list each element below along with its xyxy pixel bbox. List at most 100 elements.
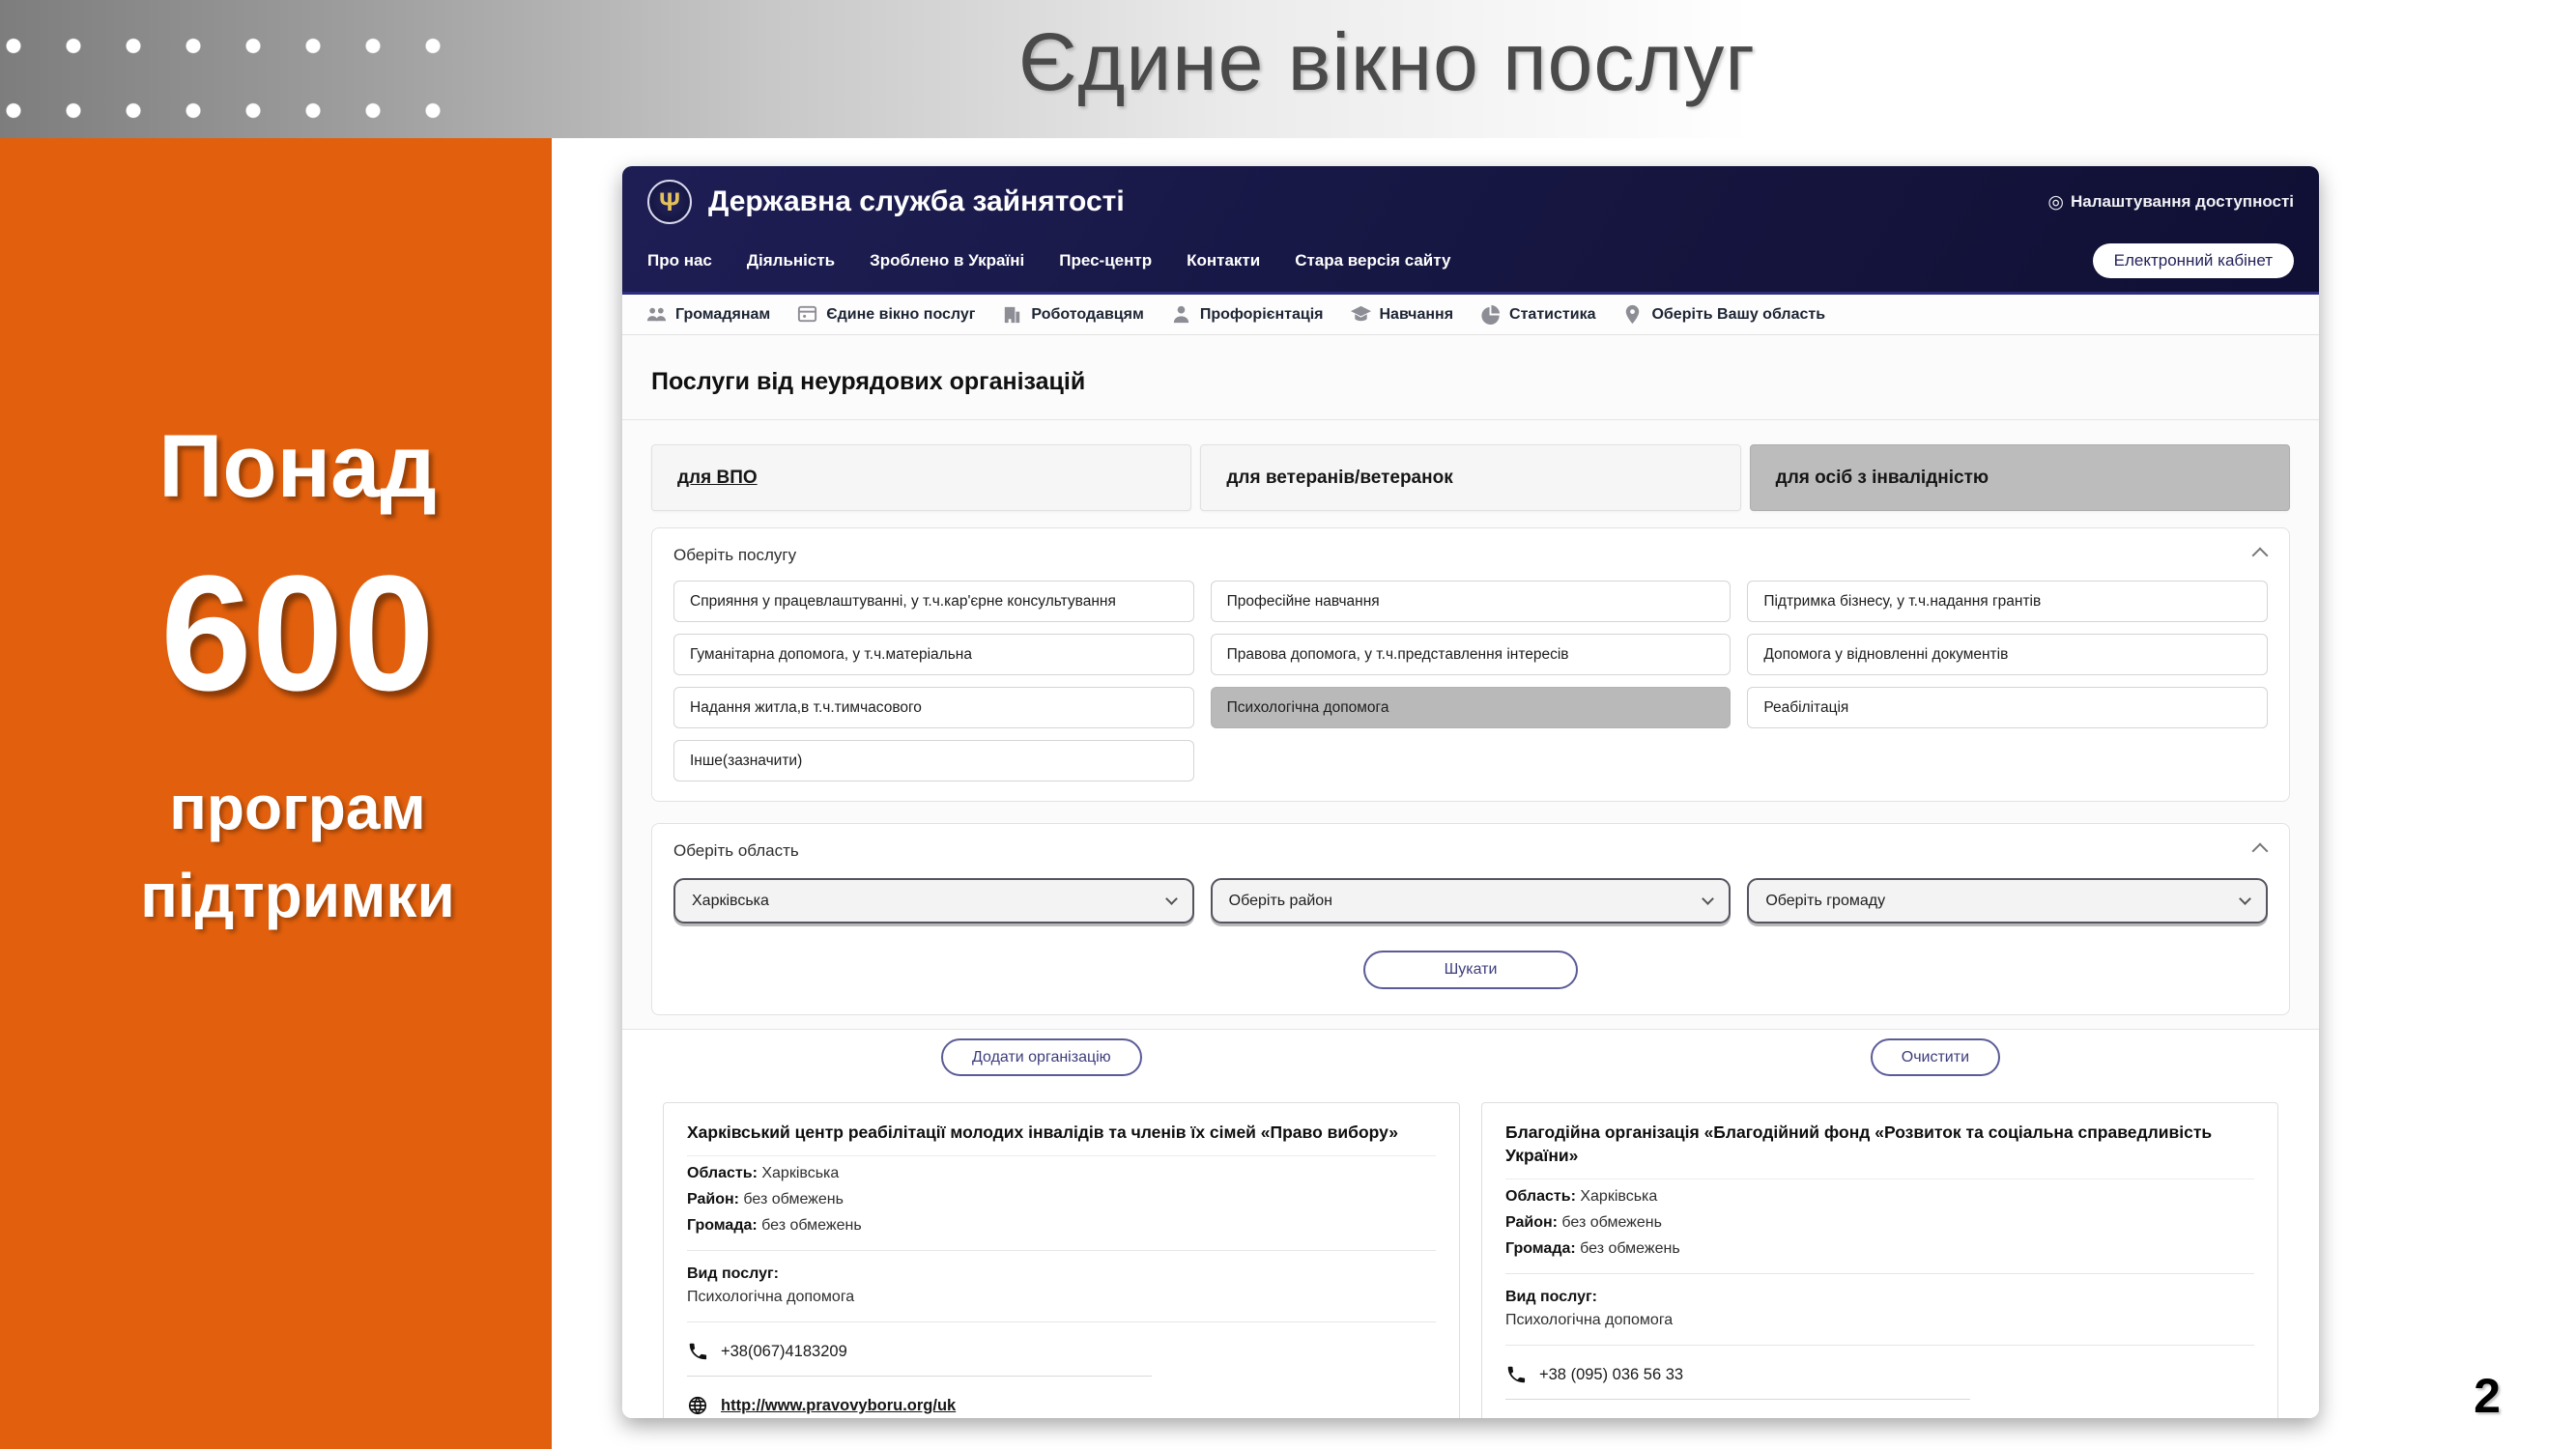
website-link[interactable]: http://www.pravovyboru.org/uk bbox=[721, 1397, 956, 1415]
organization-community: Громада: без обмежень bbox=[687, 1217, 1436, 1235]
organization-title: Харківський центр реабілітації молодих і… bbox=[687, 1121, 1436, 1156]
services-label: Вид послуг: bbox=[687, 1265, 1436, 1283]
employment-service-logo-icon[interactable]: Ψ bbox=[647, 180, 692, 224]
accessibility-label: Налаштування доступності bbox=[2071, 192, 2294, 212]
service-section: Оберіть послугу Сприяння у працевлаштува… bbox=[651, 527, 2290, 802]
district-select[interactable]: Оберіть район bbox=[1211, 878, 1732, 923]
page-number: 2 bbox=[2448, 1368, 2526, 1424]
menu-item-contacts[interactable]: Контакти bbox=[1187, 251, 1260, 270]
location-pin-icon bbox=[1621, 303, 1644, 326]
divider bbox=[1505, 1273, 2254, 1274]
nav-label: Навчання bbox=[1380, 306, 1454, 324]
region-section: Оберіть область Харківська Оберіть район… bbox=[651, 823, 2290, 1015]
organization-card: Благодійна організація «Благодійний фонд… bbox=[1481, 1102, 2278, 1418]
sidebar-text-programs: програм підтримки bbox=[0, 764, 552, 940]
nav-label: Профорієнтація bbox=[1200, 306, 1324, 324]
organization-region: Область: Харківська bbox=[687, 1165, 1436, 1182]
clear-button[interactable]: Очистити bbox=[1871, 1038, 2000, 1076]
nav-item-employers[interactable]: Роботодавцям bbox=[1001, 303, 1143, 326]
divider bbox=[622, 419, 2319, 420]
divider bbox=[1505, 1345, 2254, 1346]
tab-disability[interactable]: для осіб з інвалідністю bbox=[1750, 444, 2290, 511]
menu-item-about[interactable]: Про нас bbox=[647, 251, 712, 270]
service-option-business-support[interactable]: Підтримка бізнесу, у т.ч.надання грантів bbox=[1747, 581, 2268, 622]
divider bbox=[687, 1321, 1436, 1322]
globe-icon bbox=[687, 1395, 708, 1416]
sidebar-text-ponad: Понад bbox=[0, 416, 552, 518]
person-icon bbox=[1170, 303, 1192, 326]
pie-chart-icon bbox=[1479, 303, 1502, 326]
nav-label: Єдине вікно послуг bbox=[826, 306, 975, 324]
page-title: Послуги від неурядових організацій bbox=[651, 335, 2290, 396]
region-section-label: Оберіть область bbox=[673, 841, 2268, 861]
organization-title: Благодійна організація «Благодійний фонд… bbox=[1505, 1121, 2254, 1179]
tab-vpo[interactable]: для ВПО bbox=[651, 444, 1191, 511]
service-option-employment[interactable]: Сприяння у працевлаштуванні, у т.ч.кар'є… bbox=[673, 581, 1194, 622]
service-option-rehabilitation[interactable]: Реабілітація bbox=[1747, 687, 2268, 728]
audience-tabs: для ВПО для ветеранів/ветеранок для осіб… bbox=[651, 444, 2290, 511]
organization-card: Харківський центр реабілітації молодих і… bbox=[663, 1102, 1460, 1418]
service-option-vocational-training[interactable]: Професійне навчання bbox=[1211, 581, 1732, 622]
site-content: Послуги від неурядових організацій для В… bbox=[622, 335, 2319, 1418]
site-header: Ψ Державна служба зайнятості ◎ Налаштува… bbox=[622, 166, 2319, 295]
phone-number[interactable]: +38(067)4183209 bbox=[721, 1343, 847, 1361]
organization-district: Район: без обмежень bbox=[687, 1191, 1436, 1208]
service-section-label: Оберіть послугу bbox=[673, 546, 2268, 565]
services-value: Психологічна допомога bbox=[1505, 1312, 2254, 1329]
nav-item-single-window[interactable]: Єдине вікно послуг bbox=[796, 303, 975, 326]
phone-number[interactable]: +38 (095) 036 56 33 bbox=[1539, 1366, 1683, 1384]
menu-item-press-center[interactable]: Прес-центр bbox=[1059, 251, 1152, 270]
nav-item-statistics[interactable]: Статистика bbox=[1479, 303, 1595, 326]
phone-icon bbox=[687, 1341, 708, 1362]
sidebar-number-600: 600 bbox=[0, 539, 552, 728]
sidebar: Понад 600 програм підтримки bbox=[0, 138, 552, 1449]
phone-row: +38 (095) 036 56 33 bbox=[1505, 1364, 2254, 1385]
graduation-cap-icon bbox=[1350, 303, 1372, 326]
phone-icon bbox=[1505, 1364, 1527, 1385]
service-option-psychological-help[interactable]: Психологічна допомога bbox=[1211, 687, 1732, 728]
organization-district: Район: без обмежень bbox=[1505, 1214, 2254, 1232]
service-option-humanitarian-aid[interactable]: Гуманітарна допомога, у т.ч.матеріальна bbox=[673, 634, 1194, 675]
chevron-down-icon bbox=[1702, 893, 1714, 905]
menu-item-activity[interactable]: Діяльність bbox=[747, 251, 835, 270]
people-icon bbox=[645, 303, 668, 326]
chevron-down-icon bbox=[1165, 893, 1178, 905]
search-button[interactable]: Шукати bbox=[1363, 951, 1578, 989]
accessibility-icon: ◎ bbox=[2047, 191, 2064, 213]
website-row: http://www.pravovyboru.org/uk bbox=[687, 1395, 1436, 1416]
nav-item-choose-region[interactable]: Оберіть Вашу область bbox=[1621, 303, 1825, 326]
divider bbox=[1505, 1399, 1970, 1400]
brand-name[interactable]: Державна служба зайнятості bbox=[708, 185, 1125, 218]
menu-item-made-in-ukraine[interactable]: Зроблено в Україні bbox=[870, 251, 1024, 270]
phone-row: +38(067)4183209 bbox=[687, 1341, 1436, 1362]
ecabinet-button[interactable]: Електронний кабінет bbox=[2093, 243, 2294, 278]
region-select[interactable]: Харківська bbox=[673, 878, 1194, 923]
results-area: Додати організацію Очистити Харківський … bbox=[622, 1029, 2319, 1418]
service-options-grid: Сприяння у працевлаштуванні, у т.ч.кар'є… bbox=[673, 581, 2268, 781]
add-organization-button[interactable]: Додати організацію bbox=[941, 1038, 1142, 1076]
community-select[interactable]: Оберіть громаду bbox=[1747, 878, 2268, 923]
services-value: Психологічна допомога bbox=[687, 1289, 1436, 1306]
nav-item-citizens[interactable]: Громадянам bbox=[645, 303, 770, 326]
organization-region: Область: Харківська bbox=[1505, 1188, 2254, 1206]
nav-item-training[interactable]: Навчання bbox=[1350, 303, 1454, 326]
accessibility-settings-link[interactable]: ◎ Налаштування доступності bbox=[2047, 191, 2294, 213]
service-option-legal-aid[interactable]: Правова допомога, у т.ч.представлення ін… bbox=[1211, 634, 1732, 675]
building-icon bbox=[1001, 303, 1023, 326]
services-label: Вид послуг: bbox=[1505, 1289, 2254, 1306]
organization-community: Громада: без обмежень bbox=[1505, 1240, 2254, 1258]
service-option-other[interactable]: Інше(зазначити) bbox=[673, 740, 1194, 781]
menu-item-old-site[interactable]: Стара версія сайту bbox=[1295, 251, 1450, 270]
service-option-housing[interactable]: Надання житла,в т.ч.тимчасового bbox=[673, 687, 1194, 728]
slide-title: Єдине вікно послуг bbox=[0, 15, 2576, 109]
nav-label: Громадянам bbox=[675, 306, 770, 324]
chevron-down-icon bbox=[2239, 893, 2251, 905]
service-option-document-recovery[interactable]: Допомога у відновленні документів bbox=[1747, 634, 2268, 675]
window-icon bbox=[796, 303, 818, 326]
nav-label: Роботодавцям bbox=[1031, 306, 1143, 324]
region-dropdowns: Харківська Оберіть район Оберіть громаду bbox=[673, 878, 2268, 923]
slide: Єдине вікно послуг Понад 600 програм під… bbox=[0, 0, 2576, 1449]
divider bbox=[687, 1376, 1152, 1377]
nav-item-career-guidance[interactable]: Профорієнтація bbox=[1170, 303, 1324, 326]
tab-veterans[interactable]: для ветеранів/ветеранок bbox=[1200, 444, 1740, 511]
